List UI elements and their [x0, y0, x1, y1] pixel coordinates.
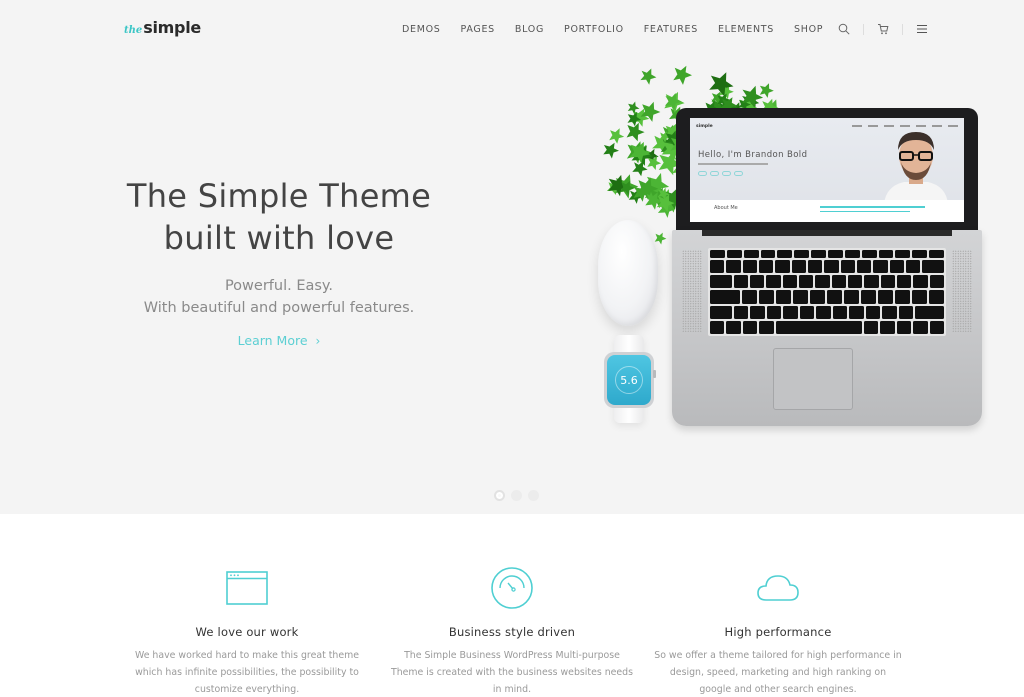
leaf: [627, 101, 640, 114]
slider-dot-3[interactable]: [528, 490, 539, 501]
screen-about-title: About Me: [714, 205, 738, 211]
screen-about-section: About Me: [690, 200, 964, 222]
laptop-image: simple Hello, I'm Brandon Bold About Me: [672, 108, 982, 426]
smartwatch-image: 5.6: [604, 352, 654, 408]
watch-screen: 5.6: [607, 355, 651, 405]
nav-divider: [902, 23, 904, 35]
laptop-base: [672, 230, 982, 426]
watch-value: 5.6: [620, 373, 638, 387]
nav-item-elements[interactable]: ELEMENTS: [718, 24, 774, 35]
nav-item-demos[interactable]: DEMOS: [402, 24, 441, 35]
logo-name: simple: [143, 18, 201, 37]
speaker-grille-left: [682, 250, 702, 332]
feature-text: The Simple Business WordPress Multi-purp…: [390, 650, 634, 695]
slider-dot-2[interactable]: [511, 490, 522, 501]
feature-title: We love our work: [195, 625, 299, 639]
menu-icon[interactable]: [915, 22, 929, 36]
speaker-grille-right: [952, 250, 972, 332]
laptop-trackpad: [773, 348, 853, 410]
leaf: [603, 142, 619, 159]
screen-social-icons: [698, 171, 743, 176]
leaf: [632, 161, 648, 177]
screen-role-line: [698, 163, 768, 165]
feature-text: So we offer a theme tailored for high pe…: [654, 650, 902, 695]
feature-card: High performance So we offer a theme tai…: [653, 568, 903, 697]
mouse-image: [598, 220, 658, 326]
feature-title: High performance: [724, 625, 832, 639]
hero-title: The Simple Theme built with love: [100, 175, 458, 259]
leaf: [609, 128, 625, 144]
search-icon[interactable]: [837, 22, 851, 36]
watch-crown: [653, 370, 656, 378]
feature-card: Business style driven The Simple Busines…: [387, 567, 637, 697]
laptop-lid: simple Hello, I'm Brandon Bold About Me: [676, 108, 978, 232]
leaf: [759, 83, 774, 98]
hero-subtitle: Powerful. Easy. With beautiful and power…: [100, 275, 458, 319]
feature-text: We have worked hard to make this great t…: [134, 650, 360, 695]
hero-subtitle-line1: Powerful. Easy.: [224, 278, 334, 294]
nav-item-portfolio[interactable]: PORTFOLIO: [564, 24, 624, 35]
slider-dot-1[interactable]: [494, 490, 505, 501]
nav-item-features[interactable]: FEATURES: [644, 24, 698, 35]
browser-window-icon: [122, 568, 372, 608]
site-logo[interactable]: the simple: [124, 18, 201, 37]
hero-subtitle-line2: With beautiful and powerful features.: [143, 300, 415, 316]
screen-skill-bars: [820, 203, 930, 212]
nav-divider: [863, 23, 865, 35]
person-portrait: [884, 132, 948, 204]
slider-pagination: [494, 490, 539, 501]
cart-icon[interactable]: [876, 22, 890, 36]
logo-prefix: the: [124, 25, 143, 36]
hero-title-line1: The Simple Theme: [126, 177, 432, 215]
learn-more-label: Learn More: [237, 333, 308, 348]
speedometer-icon: [387, 567, 637, 609]
cloud-icon: [653, 568, 903, 608]
main-nav: DEMOS PAGES BLOG PORTFOLIO FEATURES ELEM…: [402, 22, 929, 36]
hero-title-line2: built with love: [163, 219, 395, 257]
laptop-hinge: [702, 230, 952, 236]
screen-greeting: Hello, I'm Brandon Bold: [698, 150, 808, 160]
laptop-keyboard: [708, 248, 946, 336]
nav-item-shop[interactable]: SHOP: [794, 24, 823, 35]
nav-item-pages[interactable]: PAGES: [461, 24, 495, 35]
learn-more-link[interactable]: Learn More ›: [100, 333, 458, 348]
hero-section: the simple DEMOS PAGES BLOG PORTFOLIO FE…: [0, 0, 1024, 514]
chevron-right-icon: ›: [315, 334, 321, 348]
feature-title: Business style driven: [448, 625, 576, 639]
leaf: [640, 68, 657, 85]
leaf: [673, 65, 692, 85]
nav-item-blog[interactable]: BLOG: [515, 24, 544, 35]
screen-logo: simple: [696, 123, 713, 129]
leaf: [654, 232, 667, 245]
laptop-screen: simple Hello, I'm Brandon Bold About Me: [690, 118, 964, 222]
feature-card: We love our work We have worked hard to …: [122, 568, 372, 697]
